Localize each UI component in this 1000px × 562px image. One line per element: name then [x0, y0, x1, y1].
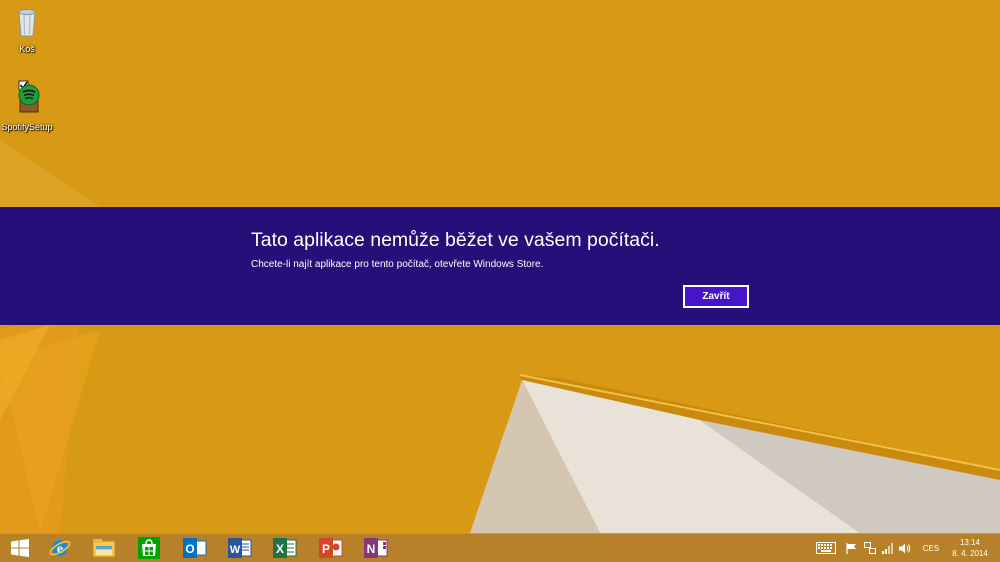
- desktop-icon-recycle-bin[interactable]: Koš: [0, 4, 57, 54]
- taskbar-word[interactable]: W: [220, 534, 260, 562]
- clock-date: 8. 4. 2014: [952, 549, 988, 558]
- start-button[interactable]: [0, 534, 40, 562]
- network-icon: [864, 542, 876, 554]
- taskbar-file-explorer[interactable]: [84, 534, 124, 562]
- speaker-icon: [899, 543, 911, 553]
- onenote-icon: N: [364, 538, 388, 558]
- taskbar-outlook[interactable]: O: [175, 534, 215, 562]
- svg-text:P: P: [322, 542, 330, 556]
- taskbar-windows-store[interactable]: [129, 534, 169, 562]
- taskbar-onenote[interactable]: N: [356, 534, 396, 562]
- taskbar-excel[interactable]: X: [265, 534, 305, 562]
- outlook-icon: O: [183, 538, 207, 558]
- touch-keyboard-button[interactable]: [814, 534, 838, 562]
- action-center-button[interactable]: [844, 534, 858, 562]
- powerpoint-icon: P: [319, 538, 343, 558]
- recycle-bin-icon: [18, 9, 36, 37]
- flag-icon: [845, 542, 856, 554]
- clock[interactable]: 13:14 8. 4. 2014: [946, 537, 994, 559]
- keyboard-icon: [816, 542, 836, 554]
- file-explorer-icon: [92, 539, 116, 558]
- signal-status-button[interactable]: [880, 534, 896, 562]
- taskbar-powerpoint[interactable]: P: [311, 534, 351, 562]
- taskbar-internet-explorer[interactable]: e: [40, 534, 80, 562]
- dialog-title: Tato aplikace nemůže běžet ve vašem počí…: [251, 229, 660, 251]
- desktop-icon-label: SpotifySetup: [1, 122, 53, 132]
- internet-explorer-icon: e: [49, 540, 71, 557]
- clock-time: 13:14: [959, 538, 981, 547]
- volume-button[interactable]: [897, 534, 913, 562]
- svg-text:N: N: [367, 542, 376, 556]
- network-status-button[interactable]: [862, 534, 878, 562]
- taskbar: e O W X P N CES 13:14 8. 4. 2014: [0, 533, 1000, 562]
- signal-bars-icon: [882, 542, 893, 554]
- close-button[interactable]: Zavřít: [683, 285, 749, 308]
- spotify-setup-icon: [18, 80, 40, 113]
- store-icon: [138, 537, 160, 559]
- desktop-icon-label: Koš: [19, 44, 35, 54]
- svg-text:X: X: [276, 542, 284, 556]
- app-cannot-run-dialog: Tato aplikace nemůže běžet ve vašem počí…: [0, 207, 1000, 325]
- dialog-message: Chcete-li najít aplikace pro tento počít…: [251, 259, 544, 270]
- svg-text:O: O: [185, 542, 194, 556]
- excel-icon: X: [273, 538, 297, 558]
- word-icon: W: [228, 538, 252, 558]
- input-language-indicator[interactable]: CES: [918, 534, 944, 562]
- svg-text:W: W: [230, 544, 241, 556]
- windows-logo-icon: [11, 539, 29, 557]
- desktop-icon-spotify-setup[interactable]: SpotifySetup: [0, 80, 57, 132]
